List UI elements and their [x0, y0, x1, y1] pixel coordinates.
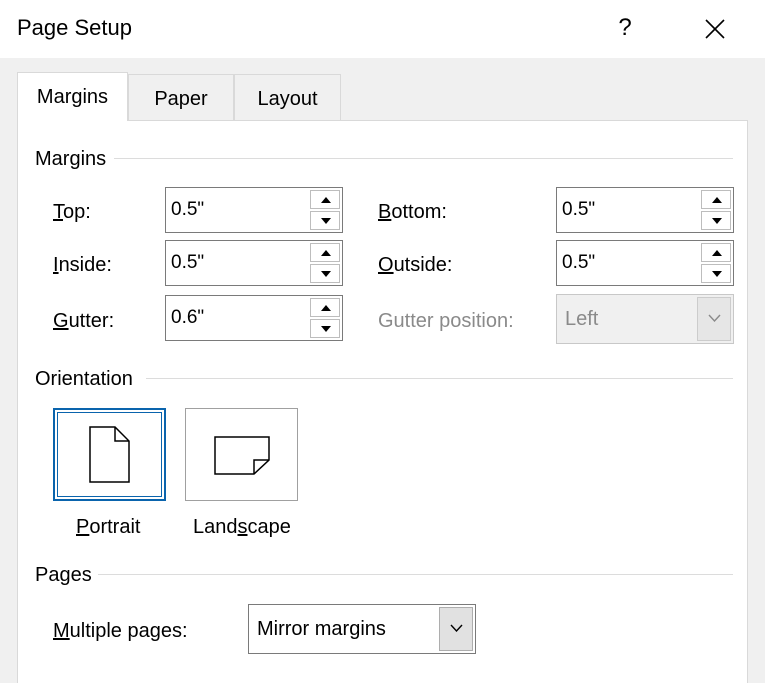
bottom-label-text: ottom: — [391, 201, 447, 223]
pages-group-divider — [96, 574, 733, 575]
outside-margin-spinner[interactable]: 0.5" — [556, 240, 734, 286]
gutter-spinner[interactable]: 0.6" — [165, 295, 343, 341]
portrait-page-icon — [89, 426, 130, 483]
multiple-pages-label-accesskey: M — [53, 620, 70, 642]
chevron-up-icon — [321, 197, 331, 203]
top-margin-up-button[interactable] — [310, 190, 340, 209]
title-bar: Page Setup ? — [0, 0, 765, 58]
chevron-down-icon — [712, 271, 722, 277]
inside-margin-arrows — [310, 243, 340, 283]
inside-margin-down-button[interactable] — [310, 264, 340, 283]
landscape-label-text-end: cape — [247, 516, 291, 538]
multiple-pages-label: Multiple pages: — [53, 620, 188, 643]
chevron-up-icon — [712, 250, 722, 256]
orientation-group-divider — [146, 378, 733, 379]
multiple-pages-select[interactable]: Mirror margins — [248, 604, 476, 654]
top-margin-spinner[interactable]: 0.5" — [165, 187, 343, 233]
portrait-label: Portrait — [76, 516, 140, 539]
bottom-margin-arrows — [701, 190, 731, 230]
outside-label: Outside: — [378, 254, 453, 277]
margins-group-divider — [114, 158, 733, 159]
pages-group-label: Pages — [35, 564, 98, 587]
inside-margin-value[interactable]: 0.5" — [171, 252, 204, 274]
multiple-pages-label-text: ultiple pages: — [69, 620, 188, 642]
bottom-margin-value[interactable]: 0.5" — [562, 199, 595, 221]
landscape-option[interactable] — [185, 408, 298, 501]
outside-margin-arrows — [701, 243, 731, 283]
top-label: Top: — [53, 201, 91, 224]
landscape-label-text-start: Land — [193, 516, 238, 538]
orientation-group-label: Orientation — [35, 368, 139, 391]
close-button[interactable] — [695, 9, 735, 49]
top-margin-arrows — [310, 190, 340, 230]
help-button[interactable]: ? — [606, 8, 644, 48]
chevron-down-icon — [450, 624, 463, 632]
inside-margin-spinner[interactable]: 0.5" — [165, 240, 343, 286]
outside-label-text: utside: — [393, 254, 453, 276]
page-setup-dialog: Page Setup ? Margins Paper Layout Margin… — [0, 0, 765, 683]
outside-margin-down-button[interactable] — [701, 264, 731, 283]
gutter-arrows — [310, 298, 340, 338]
landscape-label: Landscape — [193, 516, 291, 539]
inside-margin-up-button[interactable] — [310, 243, 340, 262]
top-label-accesskey: T — [53, 201, 63, 223]
tab-margins[interactable]: Margins — [17, 72, 128, 121]
multiple-pages-dropdown-button[interactable] — [439, 607, 473, 651]
gutter-position-dropdown-button — [697, 297, 731, 341]
gutter-label-accesskey: G — [53, 310, 69, 332]
dialog-title: Page Setup — [17, 15, 132, 40]
margins-tab-page: Margins Top: 0.5" Bottom: 0.5" Inside: 0… — [17, 120, 748, 683]
outside-margin-up-button[interactable] — [701, 243, 731, 262]
chevron-down-icon — [321, 218, 331, 224]
portrait-label-accesskey: P — [76, 516, 90, 538]
inside-label: Inside: — [53, 254, 112, 277]
chevron-down-icon — [321, 326, 331, 332]
tab-layout[interactable]: Layout — [234, 74, 341, 120]
landscape-label-accesskey: s — [237, 516, 248, 538]
gutter-position-label: Gutter position: — [378, 310, 514, 332]
chevron-up-icon — [321, 250, 331, 256]
bottom-label-accesskey: B — [378, 201, 392, 223]
outside-margin-value[interactable]: 0.5" — [562, 252, 595, 274]
gutter-position-value: Left — [565, 308, 599, 330]
bottom-label: Bottom: — [378, 201, 447, 224]
bottom-margin-spinner[interactable]: 0.5" — [556, 187, 734, 233]
chevron-up-icon — [712, 197, 722, 203]
chevron-down-icon — [321, 271, 331, 277]
multiple-pages-value[interactable]: Mirror margins — [257, 618, 386, 641]
gutter-value[interactable]: 0.6" — [171, 307, 204, 329]
gutter-down-button[interactable] — [310, 319, 340, 338]
outside-label-accesskey: O — [378, 254, 394, 276]
top-margin-value[interactable]: 0.5" — [171, 199, 204, 221]
portrait-option[interactable] — [53, 408, 166, 501]
gutter-up-button[interactable] — [310, 298, 340, 317]
top-margin-down-button[interactable] — [310, 211, 340, 230]
bottom-margin-up-button[interactable] — [701, 190, 731, 209]
close-icon — [705, 19, 725, 39]
landscape-page-icon — [214, 436, 270, 475]
gutter-label: Gutter: — [53, 310, 114, 333]
bottom-margin-down-button[interactable] — [701, 211, 731, 230]
gutter-label-text: utter: — [68, 310, 115, 332]
chevron-down-icon — [712, 218, 722, 224]
gutter-position-select: Left — [556, 294, 734, 344]
chevron-down-icon — [708, 314, 721, 322]
portrait-label-text: ortrait — [89, 516, 141, 538]
margins-group-label: Margins — [35, 148, 113, 171]
chevron-up-icon — [321, 305, 331, 311]
inside-label-text: nside: — [58, 254, 112, 276]
tab-paper[interactable]: Paper — [128, 74, 234, 120]
top-label-text: op: — [63, 201, 91, 223]
